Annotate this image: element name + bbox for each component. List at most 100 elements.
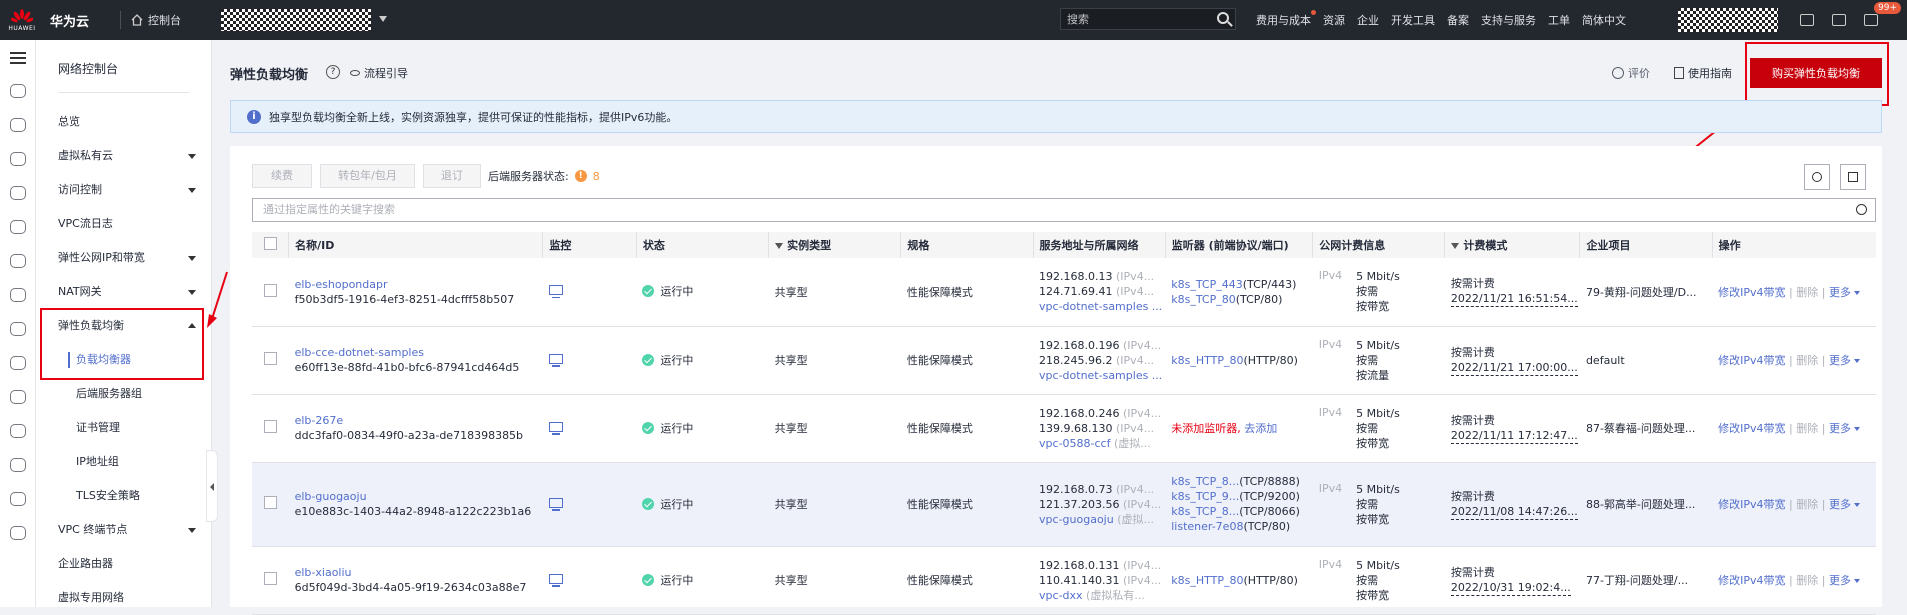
help-icon[interactable]: ? <box>326 65 340 79</box>
backend-status-count[interactable]: 8 <box>593 170 600 183</box>
sidebar-item-vpc[interactable]: 虚拟私有云 <box>58 146 208 166</box>
sidebar-item-backend-groups[interactable]: 后端服务器组 <box>76 384 226 404</box>
chat-icon[interactable] <box>9 424 26 438</box>
delete-link[interactable]: 删除 <box>1796 286 1818 299</box>
delete-link[interactable]: 删除 <box>1796 354 1818 367</box>
nav-support[interactable]: 支持与服务 <box>1481 12 1536 28</box>
delete-link[interactable]: 删除 <box>1796 574 1818 587</box>
refresh-button[interactable] <box>1804 164 1830 190</box>
monitor-icon[interactable] <box>548 353 563 367</box>
huawei-logo[interactable]: HUAWEI <box>4 0 40 40</box>
region-selector[interactable] <box>221 9 387 31</box>
col-name[interactable]: 名称/ID <box>288 232 544 258</box>
filter-search-input[interactable]: 通过指定属性的关键字搜索 <box>252 198 1876 222</box>
more-dropdown[interactable]: 更多 <box>1829 574 1860 587</box>
listener-link[interactable]: k8s_TCP_8... <box>1171 475 1239 488</box>
vpc-link[interactable]: vpc-dotnet-samples ... <box>1039 369 1162 382</box>
delete-link[interactable]: 删除 <box>1796 498 1818 511</box>
convert-billing-button[interactable]: 转包年/包月 <box>320 164 415 188</box>
vpc-link[interactable]: vpc-0588-ccf <box>1039 437 1110 450</box>
elb-name-link[interactable]: elb-267e <box>295 414 344 427</box>
modify-bandwidth-link[interactable]: 修改IPv4带宽 <box>1718 574 1785 587</box>
document-icon[interactable] <box>9 322 26 336</box>
elb-name-link[interactable]: elb-xiaoliu <box>295 566 352 579</box>
delete-link[interactable]: 删除 <box>1796 422 1818 435</box>
row-checkbox[interactable] <box>264 352 277 365</box>
vpc-link[interactable]: vpc-dxx <box>1039 589 1083 602</box>
project-cell[interactable]: 88-郭高举-问题处理... <box>1579 462 1713 547</box>
row-checkbox[interactable] <box>264 572 277 585</box>
monitor-icon[interactable] <box>548 421 563 435</box>
anchor-icon[interactable] <box>9 220 26 234</box>
export-button[interactable] <box>1840 164 1866 190</box>
nav-filing[interactable]: 备案 <box>1447 12 1469 28</box>
sidebar-item-vpc-flow-logs[interactable]: VPC流日志 <box>58 214 208 234</box>
modify-bandwidth-link[interactable]: 修改IPv4带宽 <box>1718 354 1785 367</box>
sidebar-item-eip[interactable]: 弹性公网IP和带宽 <box>58 248 208 268</box>
select-all-checkbox[interactable] <box>264 237 277 250</box>
listener-link[interactable]: k8s_TCP_8... <box>1171 505 1239 518</box>
menu-icon[interactable] <box>9 52 26 64</box>
global-search-input[interactable]: 搜索 <box>1060 8 1236 30</box>
monitor-icon[interactable] <box>548 497 563 511</box>
sidebar-item-tls-policies[interactable]: TLS安全策略 <box>76 486 226 506</box>
listener-link[interactable]: k8s_HTTP_80 <box>1171 574 1243 587</box>
filter-icon[interactable] <box>775 243 784 249</box>
search-icon[interactable] <box>1856 204 1867 215</box>
rate-link[interactable]: 评价 <box>1612 65 1650 81</box>
modify-bandwidth-link[interactable]: 修改IPv4带宽 <box>1718 286 1785 299</box>
cloud-more-icon[interactable] <box>9 526 26 540</box>
modify-bandwidth-link[interactable]: 修改IPv4带宽 <box>1718 498 1785 511</box>
monitor-icon[interactable] <box>548 573 563 587</box>
project-cell[interactable]: default <box>1579 326 1713 395</box>
sidebar-item-vpn[interactable]: 虚拟专用网络 <box>58 588 208 608</box>
console-link[interactable]: 控制台 <box>131 12 201 28</box>
monitor-icon[interactable] <box>548 285 563 299</box>
more-dropdown[interactable]: 更多 <box>1829 498 1860 511</box>
listener-link[interactable]: k8s_HTTP_80 <box>1171 354 1243 367</box>
sidebar-item-access-control[interactable]: 访问控制 <box>58 180 208 200</box>
nav-language[interactable]: 简体中文 <box>1582 12 1626 28</box>
mail-icon[interactable] <box>1864 14 1878 26</box>
sidebar-item-certificates[interactable]: 证书管理 <box>76 418 226 438</box>
elb-name-link[interactable]: elb-guogaoju <box>295 490 367 503</box>
cloud-server-icon[interactable] <box>9 186 26 200</box>
nav-resources[interactable]: 资源 <box>1323 12 1345 28</box>
sidebar-item-ip-groups[interactable]: IP地址组 <box>76 452 226 472</box>
add-listener-link[interactable]: 去添加 <box>1244 422 1277 435</box>
sidebar-collapse-button[interactable] <box>206 450 218 522</box>
nav-tickets[interactable]: 工单 <box>1548 12 1570 28</box>
building-icon[interactable] <box>9 390 26 404</box>
project-cell[interactable]: 79-黄翔-问题处理/D... <box>1579 258 1713 327</box>
cloud-icon[interactable] <box>9 84 26 98</box>
shield-icon[interactable] <box>9 458 26 472</box>
row-checkbox[interactable] <box>264 496 277 509</box>
pin-icon[interactable] <box>9 288 26 302</box>
vpc-link[interactable]: vpc-dotnet-samples ... <box>1039 300 1162 313</box>
filter-icon[interactable] <box>1451 243 1460 249</box>
sidebar-item-overview[interactable]: 总览 <box>58 112 208 132</box>
flow-guide-link[interactable]: 流程引导 <box>350 65 408 81</box>
modify-bandwidth-link[interactable]: 修改IPv4带宽 <box>1718 422 1785 435</box>
globe-icon[interactable] <box>9 254 26 268</box>
col-instance-type[interactable]: 实例类型 <box>768 232 902 258</box>
listener-link[interactable]: k8s_TCP_9... <box>1171 490 1239 503</box>
listener-link[interactable]: listener-7e08 <box>1171 520 1243 533</box>
elb-name-link[interactable]: elb-cce-dotnet-samples <box>295 346 424 359</box>
terminal-icon[interactable] <box>1800 14 1814 26</box>
more-dropdown[interactable]: 更多 <box>1829 286 1860 299</box>
redacted-account[interactable] <box>1678 8 1778 32</box>
col-status[interactable]: 状态 <box>636 232 770 258</box>
project-cell[interactable]: 87-蔡春福-问题处理... <box>1579 394 1713 463</box>
network-icon[interactable] <box>9 118 26 132</box>
row-checkbox[interactable] <box>264 283 277 297</box>
settings-icon[interactable] <box>9 492 26 506</box>
nav-cost[interactable]: 费用与成本 <box>1256 10 1316 28</box>
listener-link[interactable]: k8s_TCP_443 <box>1171 278 1242 291</box>
nav-dev-tools[interactable]: 开发工具 <box>1391 12 1435 28</box>
cart-icon[interactable] <box>1832 14 1846 26</box>
usage-guide-link[interactable]: 使用指南 <box>1674 65 1732 81</box>
elb-name-link[interactable]: elb-eshopondapr <box>295 278 388 291</box>
sidebar-item-vpc-endpoint[interactable]: VPC 终端节点 <box>58 520 208 540</box>
search-icon[interactable] <box>1217 12 1229 24</box>
